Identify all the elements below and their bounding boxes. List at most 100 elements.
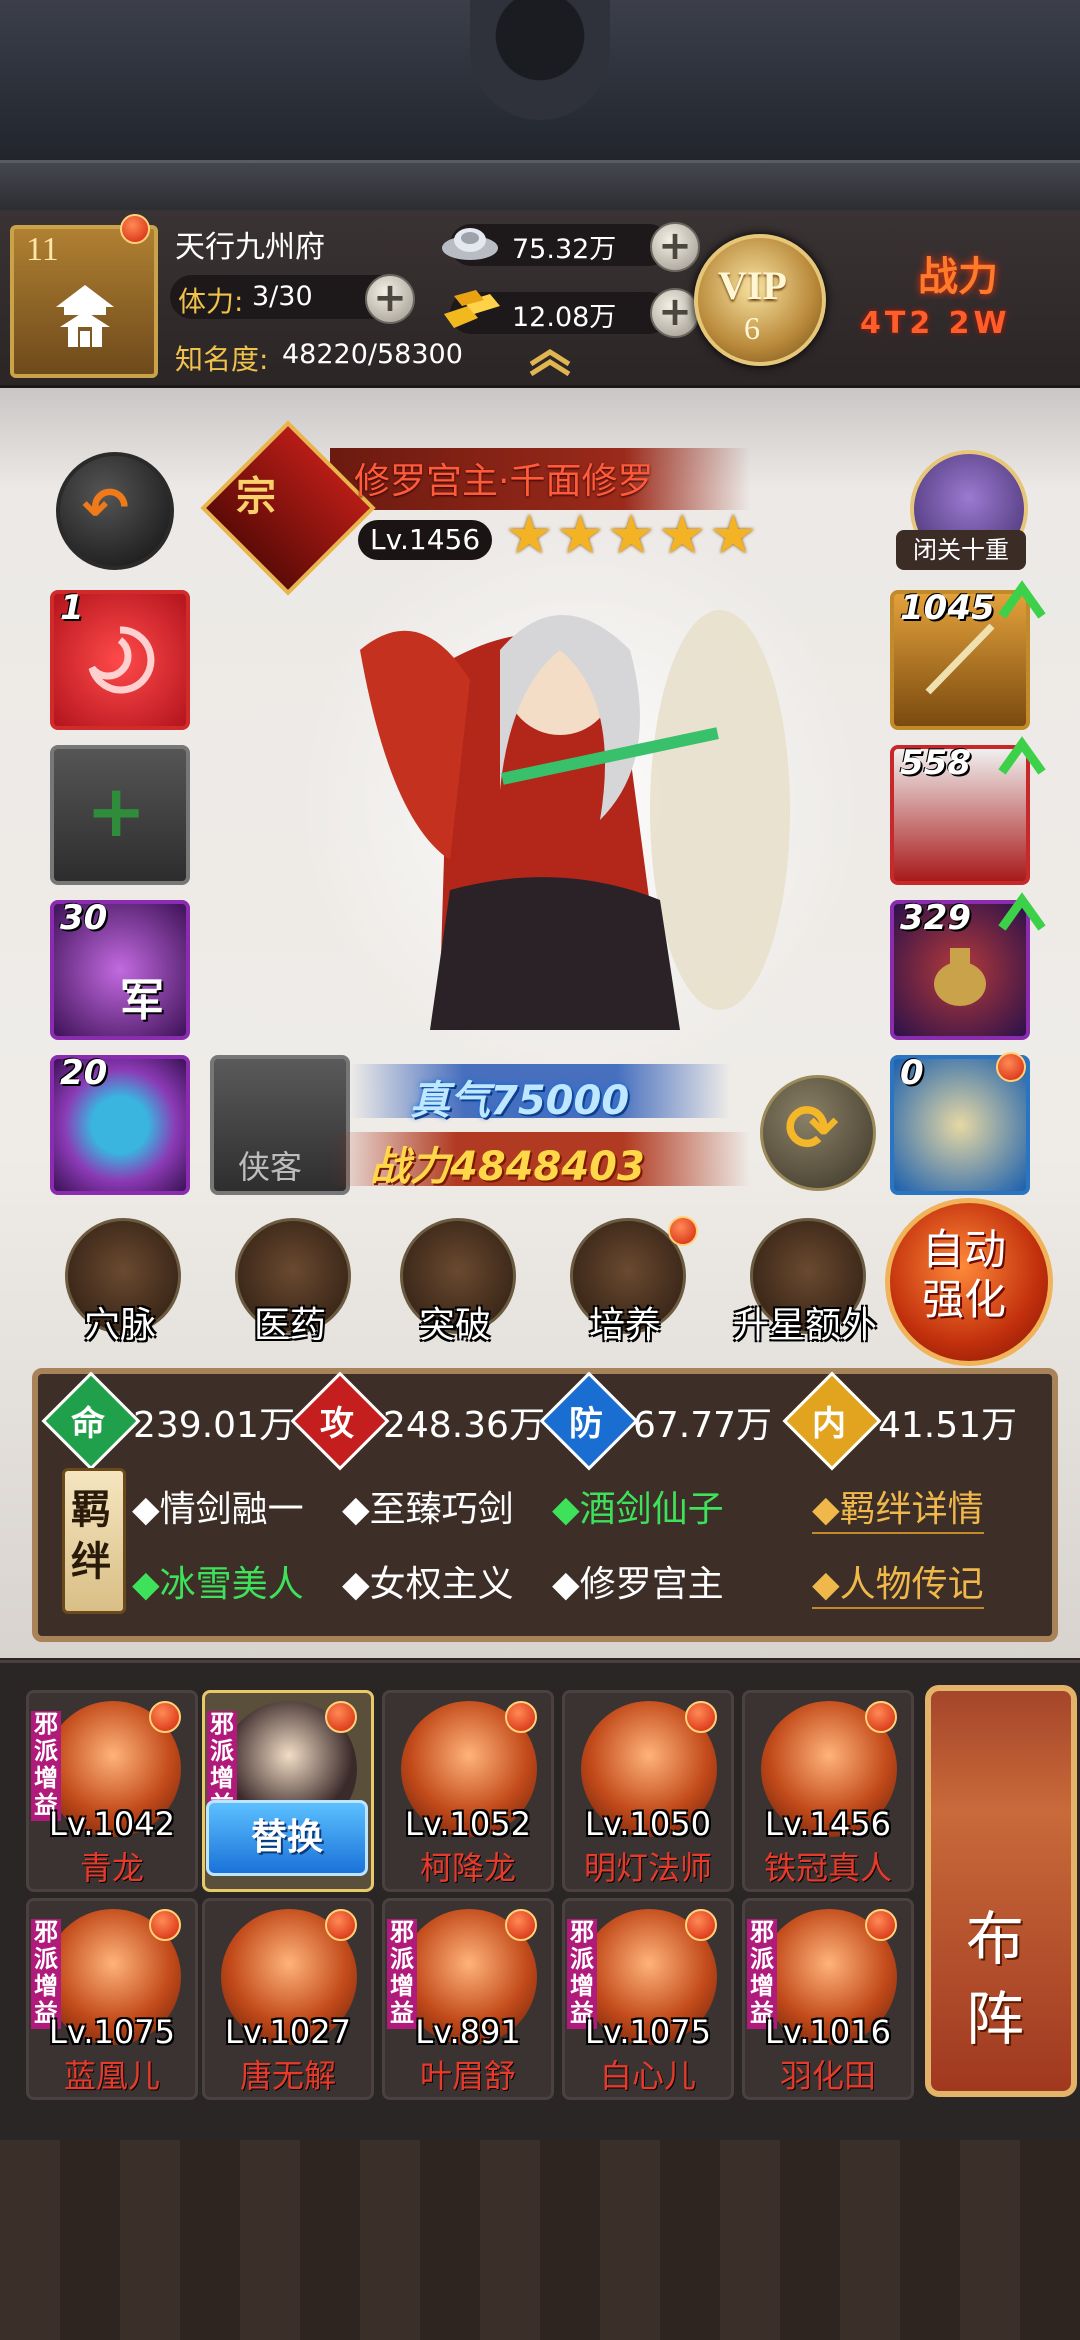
notification-dot <box>685 1701 717 1733</box>
energy-value: 真气75000 <box>410 1078 630 1124</box>
notification-dot <box>996 1052 1026 1082</box>
skill-slot[interactable]: 1 <box>50 588 190 730</box>
class-emblem-text: 宗 <box>236 474 276 519</box>
hero-card-name: 铁冠真人 <box>763 1849 892 1887</box>
hero-card-level: Lv.891 <box>415 2013 521 2051</box>
inner-power-char: 内 <box>812 1404 846 1444</box>
star-icon: ★ <box>505 503 554 566</box>
roster-hero-card[interactable]: 邪派增益 Lv.1016 羽化田 <box>742 1898 914 2100</box>
hero-card-level: Lv.1016 <box>765 2013 891 2051</box>
silver-ingot-icon <box>442 228 498 260</box>
hero-level: Lv.1456 <box>358 520 493 560</box>
roster-hero-card[interactable]: Lv.1052 柯降龙 <box>382 1690 554 1892</box>
hp-value: 239.01万 <box>133 1405 295 1446</box>
slot-count: 0 <box>900 1053 924 1093</box>
biography-link[interactable]: ◆人物传记 <box>812 1555 984 1609</box>
player-level: 11 <box>26 231 59 268</box>
roster-hero-card[interactable]: 邪派增益 Lv.1075 白心儿 <box>562 1898 734 2100</box>
notification-dot <box>865 1909 897 1941</box>
hero-card-level: Lv.1456 <box>765 1805 891 1843</box>
hero-card-name: 白心儿 <box>599 2057 696 2095</box>
hero-card-level: Lv.1075 <box>49 2013 175 2051</box>
roster-hero-card[interactable]: Lv.1027 唐无解 <box>202 1898 374 2100</box>
roster-hero-card[interactable]: Lv.1456 铁冠真人 <box>742 1690 914 1892</box>
back-button[interactable]: ↶ <box>56 452 174 570</box>
slot-count: 329 <box>900 898 971 938</box>
army-slot[interactable]: 30 军 <box>50 898 190 1040</box>
player-level-badge[interactable]: 11 <box>10 225 158 378</box>
chevron-up-icon[interactable] <box>525 346 575 376</box>
roof-decoration <box>0 0 1080 213</box>
roster-hero-card[interactable]: 邪派增益 Lv.1075 蓝凰儿 <box>26 1898 198 2100</box>
army-char: 军 <box>120 975 164 1026</box>
bond-item-active: ◆酒剑仙子 <box>552 1489 724 1530</box>
teapot-icon <box>934 948 986 1006</box>
hero-card-name: 柯降龙 <box>419 1849 516 1887</box>
notification-dot <box>505 1701 537 1733</box>
fame-value: 48220/58300 <box>282 339 463 370</box>
replace-button[interactable]: 替换 <box>206 1800 368 1876</box>
notification-dot <box>865 1701 897 1733</box>
notification-dot <box>505 1909 537 1941</box>
place-name: 天行九州府 <box>175 230 325 265</box>
medicine-button[interactable]: 医药 <box>225 1218 355 1348</box>
slot-count: 558 <box>900 743 971 783</box>
roster-hero-card[interactable]: 邪派增益 Lv.1042 青龙 <box>26 1690 198 1892</box>
formation-label: 布阵 <box>965 1907 1024 2052</box>
star-icon: ★ <box>658 503 707 566</box>
hero-power-value: 战力4848403 <box>370 1144 645 1190</box>
gold-value: 12.08万 <box>512 302 617 333</box>
retreat-label: 闭关十重 <box>896 530 1026 570</box>
stamina-value: 3/30 <box>252 281 313 312</box>
hero-card-level: Lv.1075 <box>585 2013 711 2051</box>
empty-slot[interactable]: + <box>50 745 190 885</box>
roster-hero-card[interactable]: Lv.1050 明灯法师 <box>562 1690 734 1892</box>
add-stamina-button[interactable]: + <box>365 274 415 324</box>
hero-card-level: Lv.1027 <box>225 2013 351 2051</box>
bond-details-link[interactable]: ◆羁绊详情 <box>812 1480 984 1534</box>
bottom-floor-decoration <box>0 2140 1080 2340</box>
acupoint-button[interactable]: 穴脉 <box>55 1218 185 1348</box>
notification-dot <box>149 1909 181 1941</box>
hero-card-level: Lv.1050 <box>585 1805 711 1843</box>
function-label: 穴脉 <box>83 1305 156 1346</box>
bond-tag-text: 羁绊 <box>71 1487 111 1584</box>
auto-enhance-label: 自动强化 <box>921 1228 1006 1324</box>
notification-dot <box>685 1909 717 1941</box>
slot-count: 20 <box>60 1053 108 1093</box>
roof-ornament <box>470 0 610 120</box>
bond-item: ◆女权主义 <box>342 1564 514 1605</box>
hero-card-name: 唐无解 <box>239 2057 336 2095</box>
fame-label: 知名度: <box>175 343 269 376</box>
add-silver-button[interactable]: + <box>650 222 700 272</box>
function-label: 突破 <box>418 1305 491 1346</box>
notification-dot <box>120 214 150 244</box>
silver-value: 75.32万 <box>512 234 617 265</box>
slot-count: 30 <box>60 898 108 938</box>
back-arrow-icon: ↶ <box>82 476 129 541</box>
hero-card-name: 明灯法师 <box>583 1849 712 1887</box>
roster-hero-card[interactable]: 邪派增益 Lv.891 叶眉舒 <box>382 1898 554 2100</box>
orb-slot[interactable]: 20 <box>50 1053 190 1195</box>
function-label: 医药 <box>253 1305 326 1346</box>
notification-dot <box>149 1701 181 1733</box>
plus-icon: + <box>86 769 147 853</box>
breakthrough-button[interactable]: 突破 <box>390 1218 520 1348</box>
bond-item: ◆修罗宫主 <box>552 1564 724 1605</box>
upgrade-arrow-icon <box>998 892 1046 931</box>
starup-extra-button[interactable]: 升星额外 <box>730 1218 880 1348</box>
roof-beam <box>0 160 1080 213</box>
star-icon: ★ <box>607 503 656 566</box>
total-power-value: 4T2 2W <box>860 306 1011 341</box>
defense-value: 67.77万 <box>633 1405 773 1446</box>
bond-item-active: ◆冰雪美人 <box>132 1564 304 1605</box>
stamina-label: 体力: <box>178 285 244 318</box>
refresh-icon: ⟳ <box>785 1092 839 1166</box>
attack-char: 攻 <box>320 1404 354 1444</box>
hero-card-name: 羽化田 <box>779 2057 876 2095</box>
star-icon: ★ <box>709 503 758 566</box>
vip-text: VIP <box>718 263 787 308</box>
upgrade-arrow-icon <box>998 736 1046 775</box>
swap-hero-button[interactable]: ⟳ <box>760 1075 876 1191</box>
add-gold-button[interactable]: + <box>650 288 700 338</box>
